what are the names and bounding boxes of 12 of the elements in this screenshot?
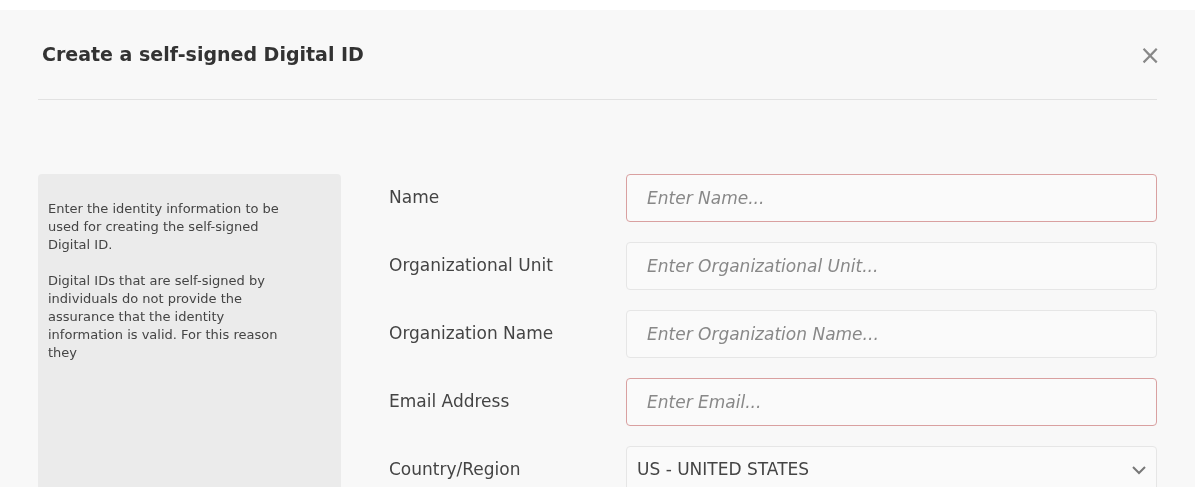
dialog-title: Create a self-signed Digital ID xyxy=(42,42,364,68)
field-label: Country/Region xyxy=(389,458,522,482)
field-label: Organizational Unit xyxy=(389,254,554,278)
help-text: Enter the identity information to be used for creating the self-signed Digital ID. xyxy=(48,200,280,254)
input-field[interactable]: Enter Email... xyxy=(626,378,1157,426)
field-label: Organization Name xyxy=(389,322,555,346)
field-label: Email Address xyxy=(389,390,511,414)
country-select[interactable]: US - UNITED STATES xyxy=(626,446,1157,487)
help-text: Digital IDs that are self-signed by individuals do not provide the assurance that the identity information is valid. For this reason they xyxy=(48,272,279,362)
field-label: Name xyxy=(389,186,441,210)
chevron-down-icon xyxy=(1132,465,1146,475)
input-field[interactable]: Enter Name... xyxy=(626,174,1157,222)
